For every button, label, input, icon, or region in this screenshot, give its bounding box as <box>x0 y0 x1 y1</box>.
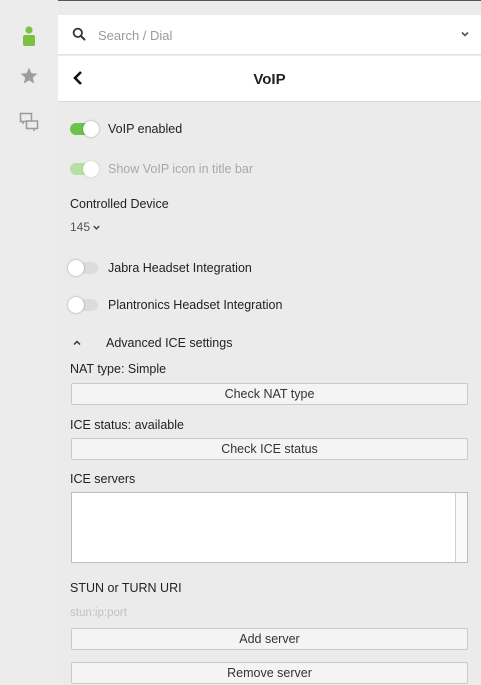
sidebar <box>0 0 58 685</box>
controlled-device-value: 145 <box>70 220 91 234</box>
jabra-integration-row[interactable]: Jabra Headset Integration <box>68 260 252 276</box>
sidebar-item-chats[interactable] <box>0 112 58 132</box>
search-bar <box>58 15 481 55</box>
plantronics-integration-label: Plantronics Headset Integration <box>108 298 283 312</box>
page-header: VoIP <box>58 56 481 102</box>
advanced-ice-label: Advanced ICE settings <box>106 336 233 350</box>
show-voip-icon-toggle <box>70 161 99 177</box>
star-icon <box>20 67 38 84</box>
stun-turn-uri-label: STUN or TURN URI <box>70 581 182 595</box>
page-title: VoIP <box>253 71 286 88</box>
chevron-up-icon <box>72 338 96 348</box>
show-voip-icon-row: Show VoIP icon in title bar <box>70 161 253 177</box>
add-server-button[interactable]: Add server <box>71 628 468 650</box>
advanced-ice-toggle[interactable]: Advanced ICE settings <box>70 336 232 350</box>
jabra-integration-label: Jabra Headset Integration <box>108 261 252 275</box>
sidebar-item-favorites[interactable] <box>0 66 58 86</box>
show-voip-icon-label: Show VoIP icon in title bar <box>108 162 253 176</box>
check-nat-type-button[interactable]: Check NAT type <box>71 383 468 405</box>
controlled-device-label: Controlled Device <box>70 197 169 211</box>
search-icon <box>72 27 86 44</box>
plantronics-integration-row[interactable]: Plantronics Headset Integration <box>68 297 283 313</box>
ice-servers-list <box>71 492 468 563</box>
nat-type-label: NAT type: Simple <box>70 362 167 376</box>
jabra-integration-toggle[interactable] <box>68 260 98 276</box>
chevron-down-icon[interactable] <box>459 28 471 43</box>
ice-servers-textarea[interactable] <box>72 493 456 562</box>
check-ice-status-button[interactable]: Check ICE status <box>71 438 468 460</box>
voip-enabled-label: VoIP enabled <box>108 122 183 136</box>
chevron-down-icon <box>92 223 101 232</box>
controlled-device-select[interactable]: 145 <box>70 220 101 234</box>
voip-enabled-row[interactable]: VoIP enabled <box>70 121 183 137</box>
ice-status-label: ICE status: available <box>70 418 184 432</box>
voip-settings-panel: VoIP VoIP enabled Show VoIP icon in titl… <box>58 0 481 685</box>
chat-bubbles-icon <box>19 112 39 131</box>
voip-enabled-toggle[interactable] <box>70 121 99 137</box>
sidebar-item-contacts[interactable] <box>0 26 58 46</box>
stun-turn-uri-input[interactable] <box>70 604 370 622</box>
person-icon <box>23 26 35 46</box>
remove-server-button[interactable]: Remove server <box>71 662 468 684</box>
ice-servers-scrollbar[interactable] <box>455 493 467 562</box>
plantronics-integration-toggle[interactable] <box>68 297 98 313</box>
search-input[interactable] <box>98 24 428 46</box>
ice-servers-label: ICE servers <box>70 472 136 486</box>
